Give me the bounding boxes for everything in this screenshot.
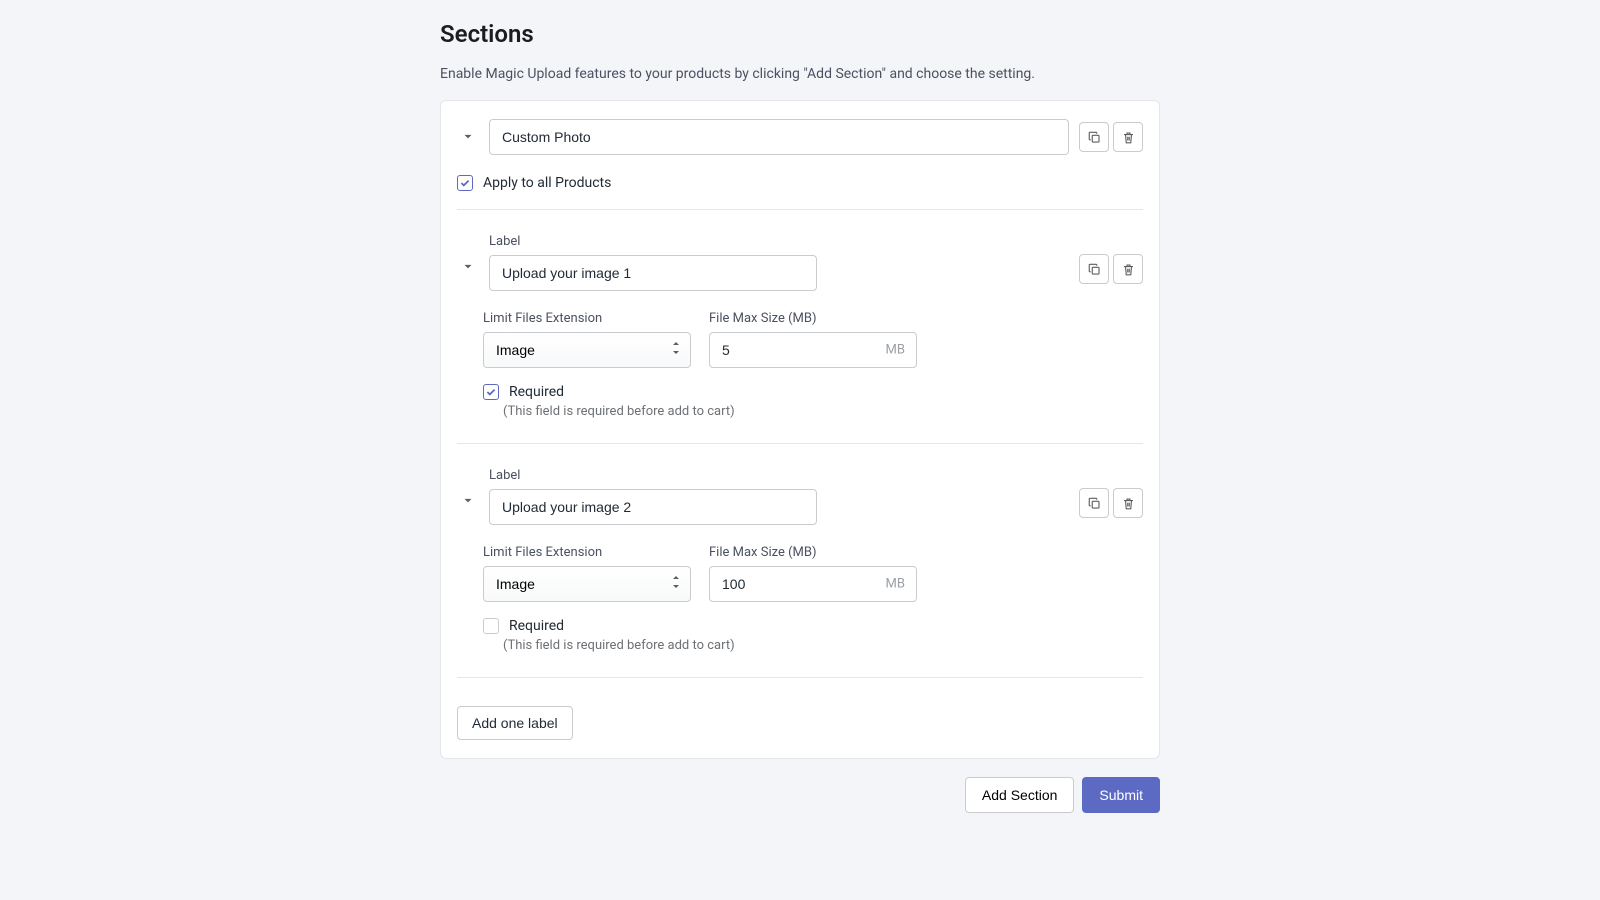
chevron-down-icon — [461, 494, 475, 508]
label-header: Label — [489, 468, 1069, 483]
duplicate-field-button[interactable] — [1079, 254, 1109, 284]
delete-field-button[interactable] — [1113, 254, 1143, 284]
duplicate-field-button[interactable] — [1079, 488, 1109, 518]
required-label: Required — [509, 618, 564, 634]
field-label-input[interactable] — [489, 255, 817, 291]
page-subtitle: Enable Magic Upload features to your pro… — [440, 66, 1160, 82]
add-section-button[interactable]: Add Section — [965, 777, 1075, 813]
limit-ext-label: Limit Files Extension — [483, 545, 691, 560]
check-icon — [485, 386, 497, 398]
delete-field-button[interactable] — [1113, 488, 1143, 518]
duplicate-icon — [1087, 130, 1102, 145]
trash-icon — [1121, 130, 1136, 145]
duplicate-section-button[interactable] — [1079, 122, 1109, 152]
page-title: Sections — [440, 20, 1160, 48]
delete-section-button[interactable] — [1113, 122, 1143, 152]
required-help-text: (This field is required before add to ca… — [503, 638, 1143, 653]
field-collapse-toggle[interactable] — [457, 490, 479, 512]
limit-ext-select[interactable]: Image — [483, 332, 691, 368]
divider — [457, 443, 1143, 444]
divider — [457, 677, 1143, 678]
chevron-down-icon — [461, 260, 475, 274]
chevron-down-icon — [461, 130, 475, 144]
max-size-input[interactable] — [709, 566, 917, 602]
label-header: Label — [489, 234, 1069, 249]
duplicate-icon — [1087, 496, 1102, 511]
trash-icon — [1121, 262, 1136, 277]
limit-ext-select[interactable]: Image — [483, 566, 691, 602]
required-label: Required — [509, 384, 564, 400]
apply-all-checkbox[interactable] — [457, 175, 473, 191]
required-help-text: (This field is required before add to ca… — [503, 404, 1143, 419]
check-icon — [459, 177, 471, 189]
required-checkbox[interactable] — [483, 384, 499, 400]
section-collapse-toggle[interactable] — [457, 126, 479, 148]
field-block: Label Limit Files Extension — [457, 468, 1143, 653]
submit-button[interactable]: Submit — [1082, 777, 1160, 813]
add-label-button[interactable]: Add one label — [457, 706, 573, 740]
required-checkbox[interactable] — [483, 618, 499, 634]
divider — [457, 209, 1143, 210]
max-size-label: File Max Size (MB) — [709, 545, 917, 560]
field-block: Label Limit Files Extension — [457, 234, 1143, 419]
max-size-input[interactable] — [709, 332, 917, 368]
section-card: Apply to all Products Label — [440, 100, 1160, 759]
max-size-label: File Max Size (MB) — [709, 311, 917, 326]
trash-icon — [1121, 496, 1136, 511]
limit-ext-label: Limit Files Extension — [483, 311, 691, 326]
field-collapse-toggle[interactable] — [457, 256, 479, 278]
field-label-input[interactable] — [489, 489, 817, 525]
duplicate-icon — [1087, 262, 1102, 277]
apply-all-label: Apply to all Products — [483, 175, 611, 191]
section-name-input[interactable] — [489, 119, 1069, 155]
